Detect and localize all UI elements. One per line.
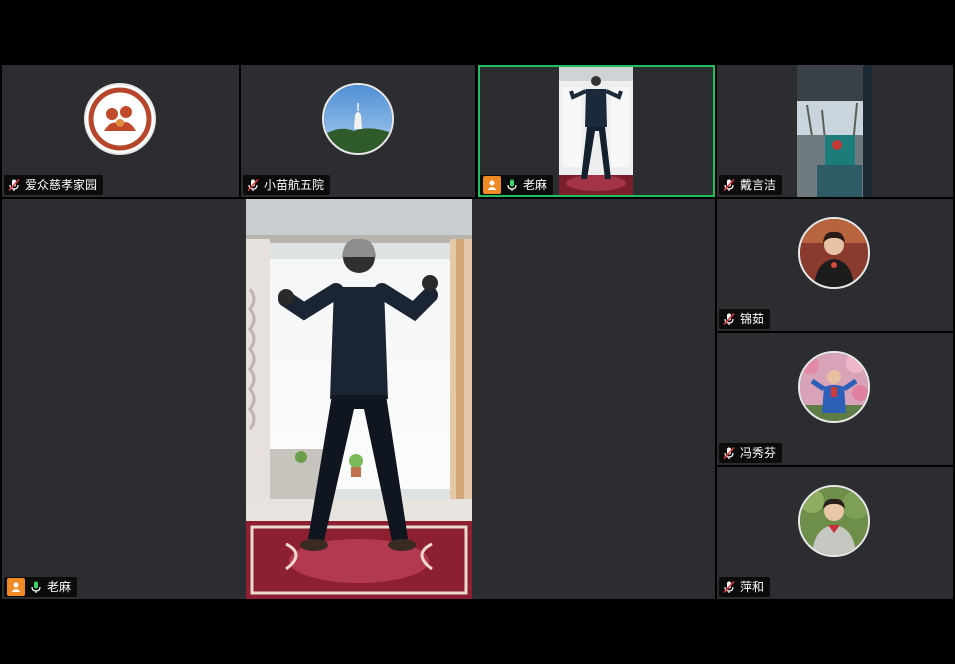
microphone-muted-icon [247,178,259,192]
microphone-muted-icon [8,178,20,192]
name-label: 老麻 [4,577,78,597]
main-video-frame [246,199,472,599]
participant-name: 小苗航五院 [264,178,325,192]
name-label: 老麻 [480,175,554,195]
host-person-icon [7,578,25,596]
name-label: 锦茹 [719,309,771,329]
video-grid: 爱众慈孝家园 小苗航五院 老麻 戴言洁 老麻 锦茹 冯秀芬 萍和 [0,64,955,600]
name-label: 小苗航五院 [243,175,331,195]
main-speaker-tile[interactable]: 老麻 [2,199,715,599]
avatar [798,217,870,289]
microphone-icon [507,179,517,191]
video-thumbnail [559,67,633,195]
avatar [798,351,870,423]
participant-name: 老麻 [523,178,548,192]
avatar-logo [84,83,156,155]
avatar-photo [800,219,868,287]
avatar-photo [800,353,868,421]
participant-name: 冯秀芬 [740,446,777,460]
pagoda-photo [324,85,392,153]
video-feed [559,67,633,195]
name-label: 冯秀芬 [719,443,783,463]
participant-tile-fengxiufen[interactable]: 冯秀芬 [717,333,953,465]
participant-name: 萍和 [740,580,765,594]
name-label: 爱众慈孝家园 [4,175,104,195]
charity-logo-icon [87,86,153,152]
participant-tile-xiaomiao[interactable]: 小苗航五院 [241,65,475,197]
participant-tile-pinghe[interactable]: 萍和 [717,467,953,599]
participant-name: 锦茹 [740,312,765,326]
microphone-muted-icon [723,580,735,594]
participant-tile-aizhong[interactable]: 爱众慈孝家园 [2,65,239,197]
main-video-feed [246,199,472,599]
microphone-muted-icon [723,312,735,326]
participant-name: 老麻 [47,580,72,594]
microphone-muted-icon [723,178,735,192]
host-person-icon [483,176,501,194]
name-label: 戴言洁 [719,175,783,195]
participant-tile-jinru[interactable]: 锦茹 [717,199,953,331]
participant-tile-laoma-active[interactable]: 老麻 [478,65,715,197]
microphone-icon [31,581,41,593]
participant-tile-daiyanjie[interactable]: 戴言洁 [717,65,953,197]
avatar [798,485,870,557]
participant-name: 戴言洁 [740,178,777,192]
video-thumbnail [797,65,872,197]
name-label: 萍和 [719,577,771,597]
participant-name: 爱众慈孝家园 [25,178,98,192]
microphone-muted-icon [723,446,735,460]
video-feed [797,65,872,197]
avatar [322,83,394,155]
avatar-photo [800,487,868,555]
